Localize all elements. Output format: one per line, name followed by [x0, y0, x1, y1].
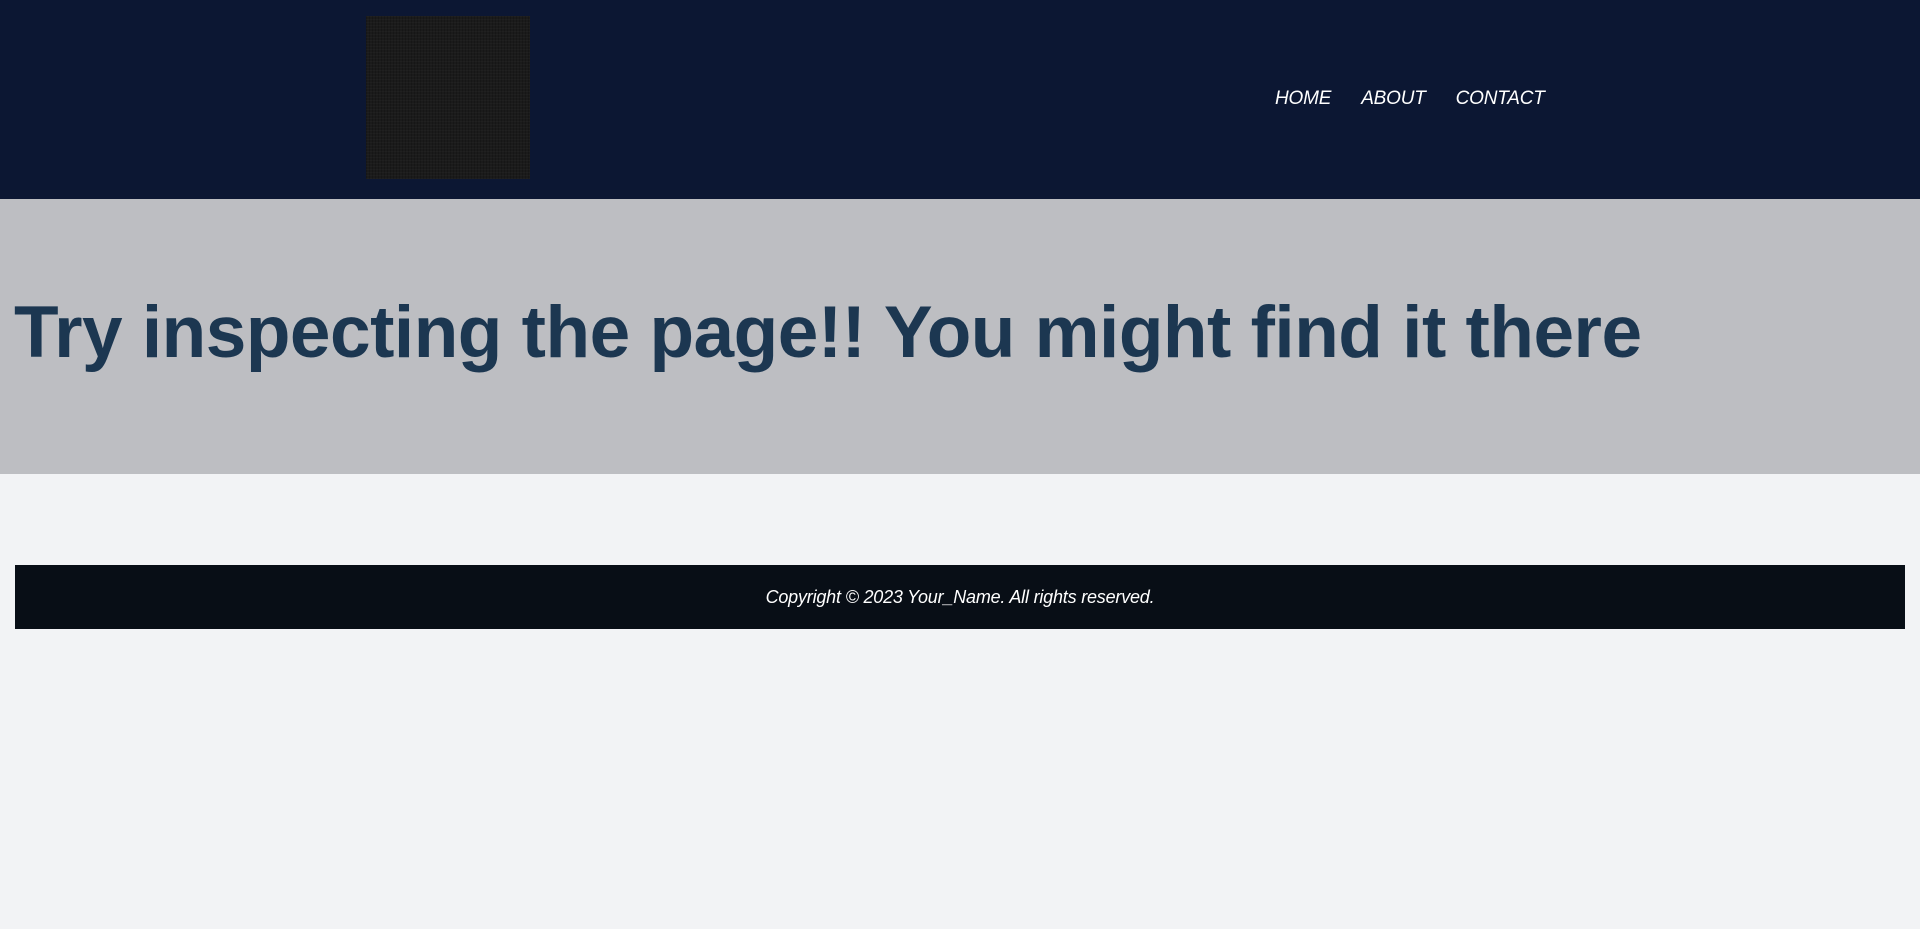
nav-about-link[interactable]: ABOUT: [1361, 86, 1426, 112]
site-header: HOME ABOUT CONTACT: [0, 0, 1920, 199]
hero-heading: Try inspecting the page!! You might find…: [14, 292, 1642, 373]
logo-image[interactable]: [366, 16, 530, 179]
main-nav: HOME ABOUT CONTACT: [1275, 86, 1545, 112]
hero-banner: Try inspecting the page!! You might find…: [0, 199, 1920, 474]
site-footer: Copyright © 2023 Your_Name. All rights r…: [15, 565, 1905, 629]
copyright-text: Copyright © 2023 Your_Name. All rights r…: [765, 586, 1155, 607]
nav-contact-link[interactable]: CONTACT: [1456, 86, 1545, 112]
nav-home-link[interactable]: HOME: [1275, 86, 1331, 112]
